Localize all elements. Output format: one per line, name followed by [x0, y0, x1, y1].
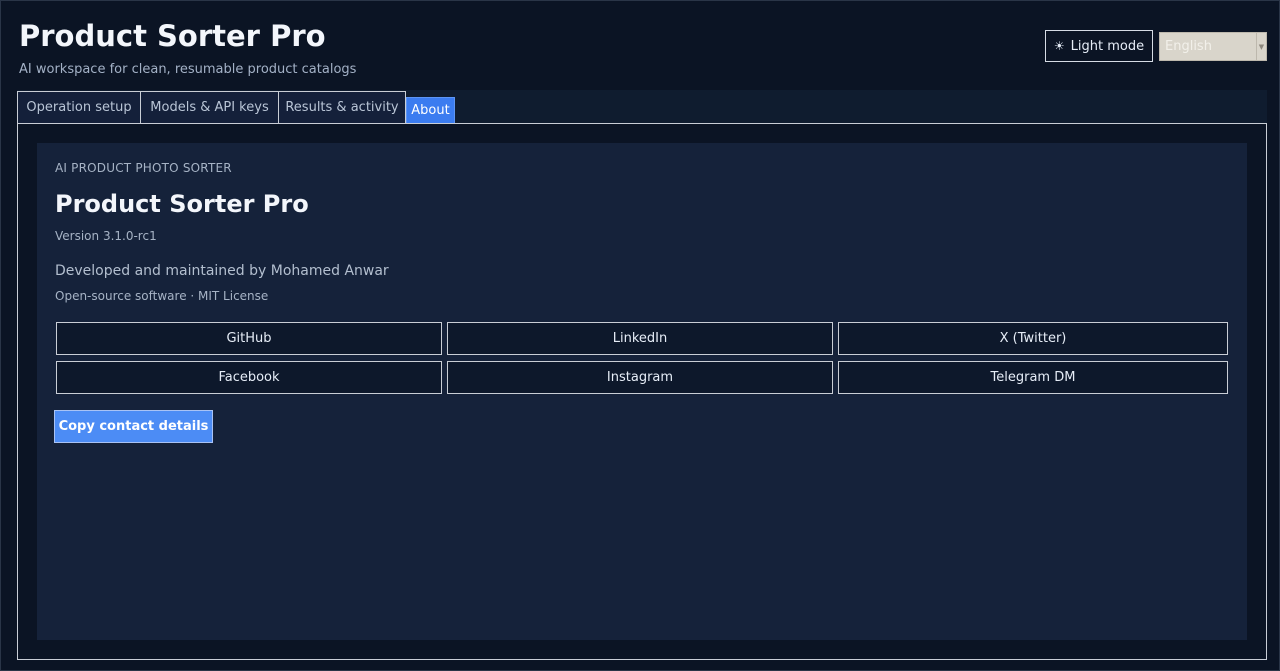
- tab-models-api-keys[interactable]: Models & API keys: [140, 91, 279, 123]
- facebook-button[interactable]: Facebook: [56, 361, 442, 394]
- tab-results-activity[interactable]: Results & activity: [278, 91, 406, 123]
- about-card: AI PRODUCT PHOTO SORTER Product Sorter P…: [37, 143, 1247, 640]
- app-window: Product Sorter Pro AI workspace for clea…: [0, 0, 1280, 671]
- chevron-down-icon: ▼: [1256, 33, 1266, 60]
- linkedin-button[interactable]: LinkedIn: [447, 322, 833, 355]
- tab-panel-about: AI PRODUCT PHOTO SORTER Product Sorter P…: [17, 123, 1267, 660]
- instagram-button[interactable]: Instagram: [447, 361, 833, 394]
- telegram-button[interactable]: Telegram DM: [838, 361, 1228, 394]
- github-button[interactable]: GitHub: [56, 322, 442, 355]
- light-mode-button[interactable]: ☀ Light mode: [1045, 30, 1153, 62]
- tab-about[interactable]: About: [406, 97, 455, 123]
- sun-icon: ☀: [1053, 39, 1065, 53]
- copy-contact-button[interactable]: Copy contact details: [54, 410, 213, 443]
- developer-text: Developed and maintained by Mohamed Anwa…: [55, 263, 389, 279]
- app-title: Product Sorter Pro: [19, 19, 326, 53]
- about-eyebrow: AI PRODUCT PHOTO SORTER: [55, 161, 232, 175]
- tab-operation-setup[interactable]: Operation setup: [17, 91, 141, 123]
- app-subtitle: AI workspace for clean, resumable produc…: [19, 62, 357, 77]
- language-select[interactable]: English ▼: [1159, 32, 1267, 61]
- light-mode-label: Light mode: [1070, 38, 1145, 54]
- about-title: Product Sorter Pro: [55, 190, 309, 218]
- license-text: Open-source software · MIT License: [55, 289, 269, 303]
- language-select-value: English: [1165, 39, 1212, 54]
- twitter-button[interactable]: X (Twitter): [838, 322, 1228, 355]
- version-text: Version 3.1.0-rc1: [55, 229, 157, 243]
- tab-bar: Operation setup Models & API keys Result…: [17, 90, 1267, 123]
